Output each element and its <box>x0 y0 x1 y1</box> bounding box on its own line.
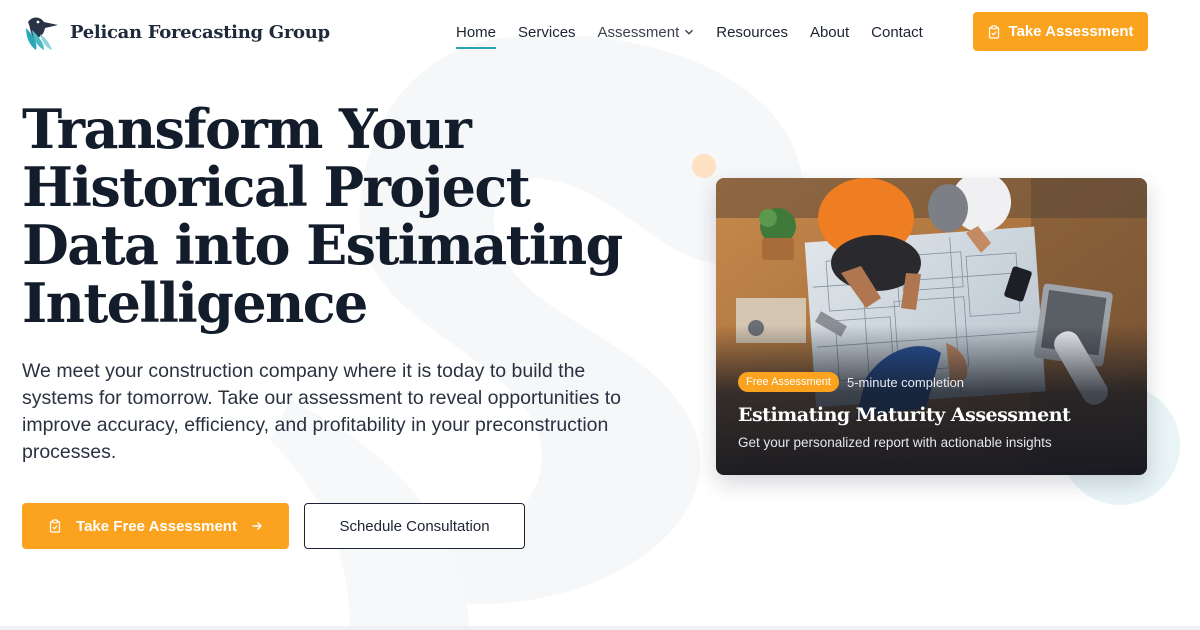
nav-assessment-dropdown[interactable]: Assessment <box>598 24 695 41</box>
pelican-logo-icon <box>26 17 58 50</box>
section-divider <box>0 626 1200 630</box>
schedule-consultation-button[interactable]: Schedule Consultation <box>304 503 525 549</box>
card-gradient-overlay <box>716 325 1147 475</box>
clipboard-icon <box>49 519 61 533</box>
schedule-consultation-label: Schedule Consultation <box>339 517 490 535</box>
main-nav: Home Services Assessment Resources About… <box>456 0 923 64</box>
nav-about[interactable]: About <box>810 24 849 41</box>
nav-resources[interactable]: Resources <box>716 24 788 41</box>
take-free-assessment-label: Take Free Assessment <box>76 517 237 535</box>
card-subtitle: Get your personalized report with action… <box>738 435 1052 450</box>
free-assessment-badge: Free Assessment <box>738 372 839 392</box>
card-title: Estimating Maturity Assessment <box>738 404 1071 426</box>
nav-assessment-label: Assessment <box>597 23 680 41</box>
nav-home[interactable]: Home <box>456 24 497 49</box>
take-assessment-label: Take Assessment <box>1008 23 1134 40</box>
brand-logo[interactable]: Pelican Forecasting Group <box>22 12 330 52</box>
brand-name: Pelican Forecasting Group <box>70 21 330 43</box>
nav-contact[interactable]: Contact <box>871 24 923 41</box>
hero-title: Transform Your Historical Project Data i… <box>22 97 623 335</box>
assessment-feature-card[interactable]: Free Assessment 5-minute completion Esti… <box>716 178 1147 475</box>
take-free-assessment-button[interactable]: Take Free Assessment <box>22 503 289 549</box>
completion-time-label: 5-minute completion <box>846 374 965 390</box>
site-header: Pelican Forecasting Group Home Services … <box>0 0 1200 64</box>
nav-services[interactable]: Services <box>518 24 576 41</box>
card-badges: Free Assessment 5-minute completion <box>738 372 964 392</box>
hero-description: We meet your construction company where … <box>22 360 621 463</box>
background-dot-decoration <box>692 154 716 178</box>
chevron-down-icon <box>685 29 694 35</box>
clipboard-icon <box>989 24 1000 39</box>
take-assessment-button[interactable]: Take Assessment <box>973 12 1148 51</box>
arrow-right-icon <box>252 522 262 530</box>
